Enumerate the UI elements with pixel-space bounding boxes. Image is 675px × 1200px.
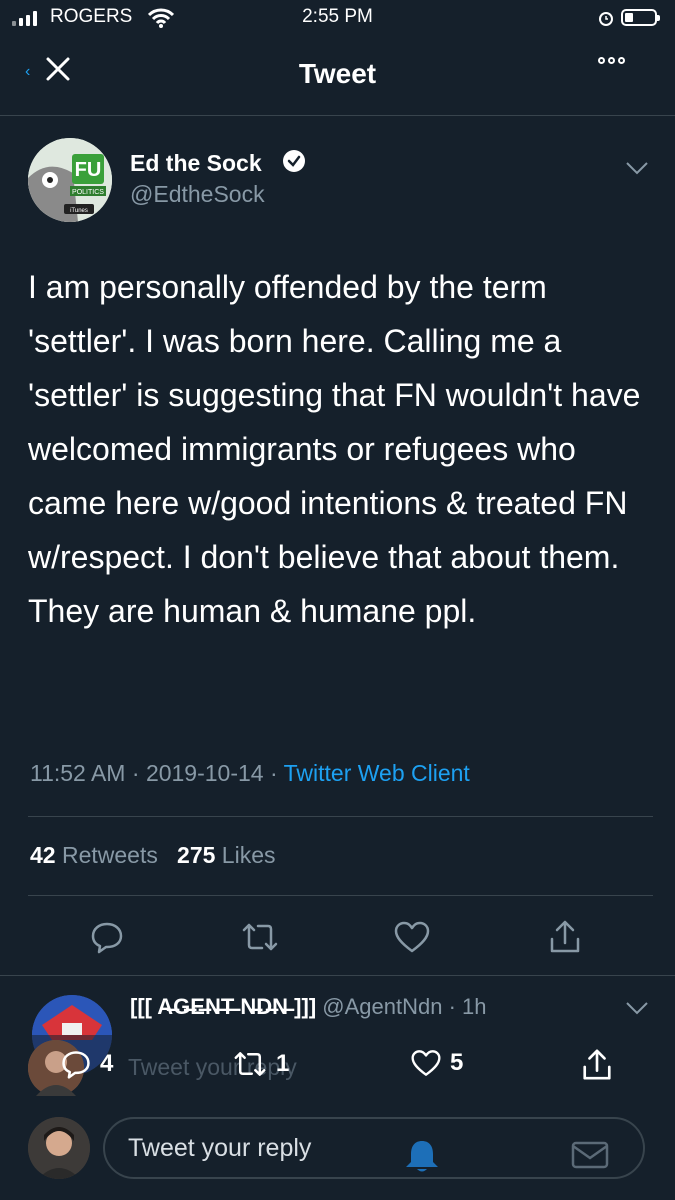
- tweet-stats: 42 Retweets 275 Likes: [30, 842, 276, 869]
- overlay-like-count: 5: [450, 1049, 464, 1076]
- divider: [28, 816, 653, 817]
- tweet-time: 11:52 AM: [30, 760, 126, 786]
- retweets-label: Retweets: [61, 842, 158, 868]
- more-icon[interactable]: [598, 57, 625, 64]
- retweets-stat[interactable]: 42 Retweets: [30, 842, 158, 868]
- reply-author-name: [[[ A̶G̶E̶N̶T̶ N̶D̶N̶ ]]]: [130, 994, 317, 1019]
- top-nav: ‹ Tweet: [0, 45, 675, 116]
- tweet-date: 2019-10-14: [145, 760, 264, 786]
- likes-label: Likes: [221, 842, 276, 868]
- share-button[interactable]: [543, 915, 587, 959]
- author-handle[interactable]: @EdtheSock: [130, 181, 265, 208]
- alarm-icon: [596, 8, 616, 34]
- divider: [0, 975, 675, 976]
- reply-input[interactable]: Tweet your reply: [128, 1134, 311, 1163]
- overlay-reply-button[interactable]: 4: [60, 1048, 113, 1080]
- reply-author-handle: @AgentNdn: [322, 994, 443, 1019]
- overlay-like-button[interactable]: 5: [410, 1048, 463, 1078]
- author-avatar[interactable]: FU POLITICS iTunes: [28, 138, 112, 222]
- likes-count: 275: [177, 842, 216, 868]
- share-icon: [583, 1049, 611, 1080]
- tweet-meta: 11:52 AM · 2019-10-14 · Twitter Web Clie…: [30, 760, 470, 786]
- badge-sub-text: POLITICS: [72, 189, 104, 196]
- reply-icon: [91, 922, 123, 954]
- chevron-down-icon[interactable]: [625, 1000, 649, 1021]
- tweet-text: I am personally offended by the term 'se…: [28, 269, 641, 629]
- overlay-share-button[interactable]: [580, 1048, 614, 1082]
- like-icon: [394, 921, 430, 953]
- like-button[interactable]: [390, 915, 434, 959]
- overlay-retweet-count: 1: [276, 1050, 290, 1077]
- badge-logo-text: FU: [75, 159, 102, 181]
- retweet-icon: [234, 1052, 266, 1076]
- verified-icon: [282, 149, 306, 178]
- overlay-reply-count: 4: [100, 1050, 114, 1077]
- status-bar: ROGERS 2:55 PM: [0, 0, 675, 36]
- composer-avatar[interactable]: [28, 1117, 90, 1179]
- tweet-client-link[interactable]: Twitter Web Client: [284, 760, 470, 786]
- reply-button[interactable]: [85, 915, 129, 959]
- page-title: Tweet: [298, 58, 377, 89]
- like-icon: [411, 1050, 441, 1076]
- author-name[interactable]: Ed the Sock: [130, 150, 262, 177]
- reply-user[interactable]: [[[ A̶G̶E̶N̶T̶ N̶D̶N̶ ]]] @AgentNdn · 1h: [130, 994, 487, 1020]
- battery-icon: [621, 9, 660, 26]
- mail-icon[interactable]: [570, 1138, 610, 1177]
- overlay-retweet-button[interactable]: 1: [232, 1048, 289, 1080]
- floating-action-bar: [28, 1035, 646, 1099]
- chevron-down-icon[interactable]: [625, 160, 649, 181]
- reply-icon: [62, 1051, 90, 1079]
- retweet-icon: [242, 923, 278, 951]
- reply-age: 1h: [462, 994, 487, 1019]
- retweets-count: 42: [30, 842, 56, 868]
- divider: [28, 895, 653, 896]
- likes-stat[interactable]: 275 Likes: [177, 842, 275, 868]
- retweet-button[interactable]: [238, 915, 282, 959]
- status-time: 2:55 PM: [302, 6, 373, 27]
- share-icon: [550, 920, 580, 953]
- bell-icon[interactable]: [402, 1138, 442, 1179]
- badge-store-text: iTunes: [70, 208, 88, 214]
